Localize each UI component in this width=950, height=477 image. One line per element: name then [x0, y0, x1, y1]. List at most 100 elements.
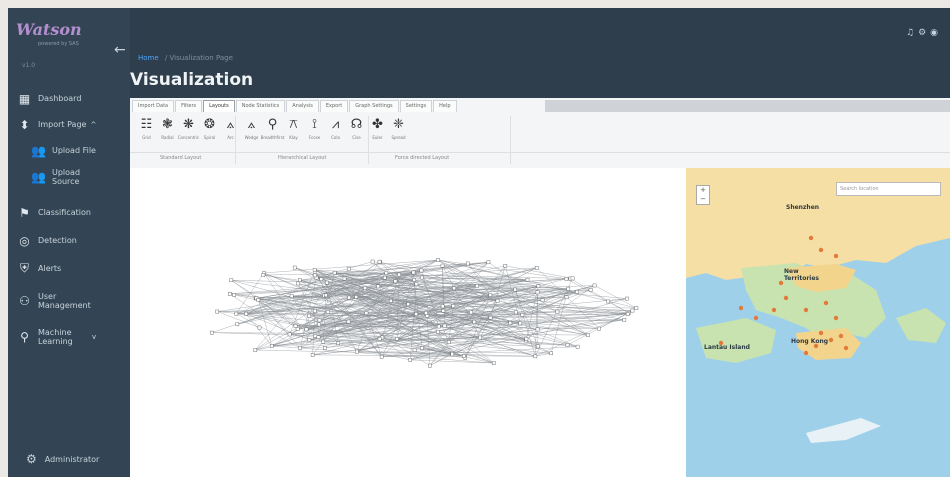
graph-node[interactable] — [446, 340, 451, 344]
graph-node[interactable] — [524, 337, 529, 341]
graph-node[interactable] — [324, 293, 328, 298]
graph-node[interactable] — [228, 291, 232, 296]
graph-node[interactable] — [293, 324, 298, 328]
tool-arc-button[interactable]: ⟑ Arc — [220, 118, 241, 141]
graph-node[interactable] — [287, 332, 292, 337]
graph-node[interactable] — [321, 339, 326, 344]
graph-node[interactable] — [414, 312, 418, 316]
graph-node[interactable] — [289, 294, 294, 298]
sidebar-item-upload-file[interactable]: 👥 Upload File — [31, 144, 96, 158]
graph-node[interactable] — [397, 272, 401, 277]
graph-node[interactable] — [606, 299, 610, 304]
account-icon[interactable]: ◉ — [930, 28, 942, 38]
graph-node[interactable] — [535, 327, 540, 332]
graph-node[interactable] — [634, 306, 639, 310]
tab-export[interactable]: Export — [319, 100, 349, 112]
graph-node[interactable] — [346, 266, 351, 271]
graph-node[interactable] — [575, 290, 579, 294]
graph-node[interactable] — [295, 327, 300, 331]
graph-node[interactable] — [486, 260, 491, 265]
graph-node[interactable] — [347, 295, 351, 300]
graph-node[interactable] — [235, 322, 240, 327]
graph-node[interactable] — [420, 275, 424, 280]
graph-node[interactable] — [514, 310, 518, 315]
tool-euler-button[interactable]: ✤ Euler — [367, 118, 388, 141]
graph-node[interactable] — [411, 270, 416, 275]
graph-node[interactable] — [491, 361, 496, 365]
graph-node[interactable] — [382, 275, 387, 280]
sidebar-item-classification[interactable]: ⚑ Classification — [18, 206, 91, 220]
graph-node[interactable] — [472, 319, 477, 324]
sidebar-footer[interactable]: ⚙ Administrator — [26, 452, 99, 466]
tool-spiral-button[interactable]: ❂ Spiral — [199, 118, 220, 141]
sidebar-item-machine-learning[interactable]: ⚲ Machine Learning v — [18, 328, 96, 346]
graph-node[interactable] — [317, 322, 321, 327]
graph-node[interactable] — [452, 286, 456, 291]
graph-node[interactable] — [555, 309, 560, 314]
graph-node[interactable] — [376, 284, 380, 289]
graph-node[interactable] — [377, 259, 382, 264]
graph-node[interactable] — [570, 276, 575, 281]
tool-fcose-button[interactable]: ⟟ Fcose — [304, 118, 325, 141]
graph-node[interactable] — [313, 273, 317, 278]
graph-node[interactable] — [317, 318, 322, 323]
graph-node[interactable] — [210, 330, 214, 335]
graph-node[interactable] — [325, 280, 329, 285]
graph-node[interactable] — [307, 313, 311, 318]
sidebar-item-alerts[interactable]: ⛨ Alerts — [18, 261, 61, 275]
graph-node[interactable] — [296, 281, 301, 286]
graph-node[interactable] — [540, 298, 545, 302]
graph-node[interactable] — [310, 353, 315, 357]
graph-node[interactable] — [342, 276, 347, 281]
tab-import-data[interactable]: Import Data — [132, 100, 175, 112]
graph-node[interactable] — [566, 286, 571, 291]
tab-layouts[interactable]: Layouts — [203, 100, 235, 112]
tab-node-statistics[interactable]: Node Statistics — [235, 100, 286, 112]
graph-node[interactable] — [292, 265, 297, 270]
graph-node[interactable] — [332, 271, 337, 275]
tab-filters[interactable]: Filters — [175, 100, 203, 112]
breadcrumb-home[interactable]: Home — [138, 54, 159, 62]
map-panel[interactable]: + − Search location Shenzhen New Territor… — [686, 168, 950, 477]
graph-node[interactable] — [364, 311, 369, 315]
tab-graph-settings[interactable]: Graph Settings — [349, 100, 399, 112]
tool-cola-button[interactable]: ⩘ Cola — [325, 118, 346, 141]
tool-spread-button[interactable]: ❈ Spread — [388, 118, 409, 141]
graph-node[interactable] — [424, 311, 428, 315]
tab-help[interactable]: Help — [433, 100, 457, 112]
graph-node[interactable] — [564, 276, 569, 281]
tool-klay-button[interactable]: ⚻ Klay — [283, 118, 304, 141]
graph-node[interactable] — [478, 335, 482, 340]
graph-node[interactable] — [503, 263, 508, 268]
graph-node[interactable] — [520, 313, 525, 317]
sidebar-item-user-management[interactable]: ⚇ User Management — [18, 292, 98, 310]
graph-node[interactable] — [533, 354, 538, 359]
graph-node[interactable] — [304, 327, 309, 332]
graph-node[interactable] — [436, 324, 441, 329]
graph-node[interactable] — [534, 266, 539, 270]
graph-node[interactable] — [244, 311, 249, 316]
graph-node[interactable] — [323, 346, 327, 350]
graph-node[interactable] — [592, 283, 597, 288]
graph-node[interactable] — [462, 354, 466, 358]
graph-node[interactable] — [313, 334, 318, 338]
graph-node[interactable] — [488, 293, 493, 297]
settings-icon[interactable]: ⚙ — [918, 28, 930, 38]
tab-analysis[interactable]: Analysis — [286, 100, 319, 112]
tool-wedge-button[interactable]: ⟑ Wedge — [241, 118, 262, 141]
map-canvas[interactable] — [686, 168, 950, 477]
graph-node[interactable] — [234, 311, 239, 316]
graph-node[interactable] — [469, 310, 473, 315]
graph-node[interactable] — [270, 344, 274, 348]
tool-breadthfirst-button[interactable]: ⚲ Breadthfirst — [261, 118, 285, 141]
graph-node[interactable] — [450, 352, 455, 357]
graph-node[interactable] — [257, 325, 262, 330]
graph-node[interactable] — [465, 261, 470, 266]
graph-node[interactable] — [428, 363, 432, 368]
graph-node[interactable] — [622, 318, 627, 322]
graph-node[interactable] — [588, 288, 593, 292]
graph-node[interactable] — [495, 299, 500, 303]
graph-node[interactable] — [518, 321, 523, 326]
graph-node[interactable] — [586, 333, 590, 337]
graph-node[interactable] — [377, 337, 382, 341]
